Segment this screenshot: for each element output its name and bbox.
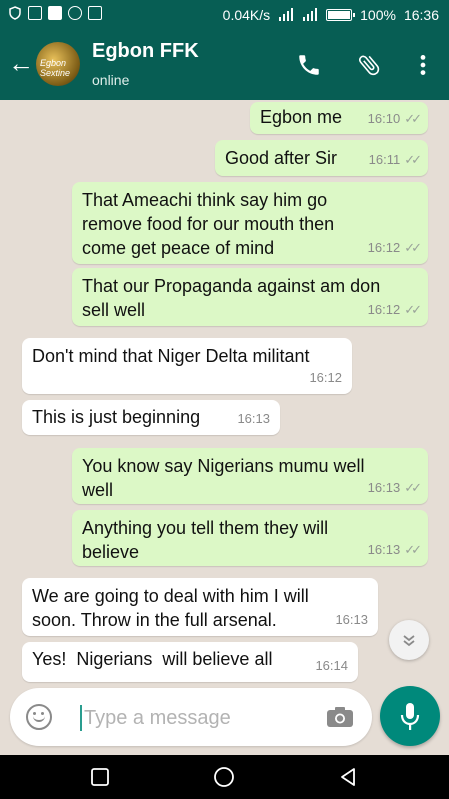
message-meta: 16:13 — [335, 608, 368, 632]
message-bubble[interactable]: That our Propaganda against am don sell … — [72, 268, 428, 326]
message-bubble[interactable]: Yes! Nigerians will believe all 16:14 — [22, 642, 358, 682]
attach-icon[interactable] — [356, 52, 382, 78]
message-bubble[interactable]: Egbon me 16:10 ✓✓ — [250, 102, 428, 134]
double-tick-icon: ✓✓ — [404, 542, 422, 557]
home-circle-icon[interactable] — [212, 765, 236, 789]
message-meta: 16:12 ✓✓ — [367, 236, 422, 260]
message-time: 16:13 — [237, 411, 270, 426]
input-bar: Type a message — [0, 685, 449, 755]
clock: 16:36 — [403, 7, 439, 23]
message-meta: 16:13 ✓✓ — [367, 538, 422, 562]
message-time: 16:10 — [367, 111, 401, 126]
emoji-icon[interactable] — [26, 704, 52, 730]
message-bubble[interactable]: Good after Sir 16:11 ✓✓ — [215, 140, 428, 176]
facebook-icon — [48, 6, 62, 20]
message-meta: 16:13 ✓✓ — [367, 476, 422, 500]
message-meta: 16:12 — [309, 366, 342, 390]
network-speed: 0.04K/s — [222, 7, 271, 23]
text-cursor — [80, 705, 82, 731]
shield-icon — [9, 6, 21, 20]
message-meta: 16:10 ✓✓ — [367, 107, 422, 131]
message-input[interactable]: Type a message — [84, 707, 231, 730]
message-line: That our Propaganda against am don — [82, 276, 381, 296]
message-meta: 16:11 ✓✓ — [368, 148, 422, 172]
signal-icon — [279, 8, 294, 21]
chevron-down-icon — [403, 635, 415, 647]
message-bubble[interactable]: You know say Nigerians mumu well well 16… — [72, 448, 428, 504]
phone-icon[interactable] — [296, 52, 322, 78]
system-nav-bar — [0, 755, 449, 799]
message-time: 16:11 — [368, 152, 401, 167]
message-line: You know say Nigerians mumu well — [82, 456, 365, 476]
message-line: That Ameachi think say him go — [82, 190, 328, 210]
message-line: Anything you tell them they will — [82, 518, 329, 538]
message-line: remove food for our mouth then — [82, 214, 335, 234]
true-badge-icon — [28, 6, 42, 20]
4g-signal-icon — [303, 8, 318, 21]
message-text: Yes! Nigerians will believe all — [32, 649, 273, 669]
recents-square-icon[interactable] — [88, 765, 112, 789]
mic-button[interactable] — [380, 686, 440, 746]
message-list[interactable]: Egbon me 16:10 ✓✓ Good after Sir 16:11 ✓✓ … — [0, 100, 449, 685]
more-vert-icon[interactable] — [410, 52, 436, 78]
message-time: 16:13 — [367, 480, 401, 495]
status-bar: 0.04K/s 100% 16:36 — [0, 0, 449, 30]
back-triangle-icon[interactable] — [336, 765, 360, 789]
avatar-text: Egbon Sextine — [40, 58, 71, 78]
message-meta: 16:14 — [315, 654, 348, 678]
message-time: 16:12 — [367, 240, 401, 255]
chat-header: ← Egbon Sextine Egbon FFK online — [0, 30, 449, 100]
mic-icon — [400, 703, 420, 730]
camera-icon[interactable] — [326, 706, 354, 728]
message-line: Don't mind that Niger Delta militant — [32, 346, 310, 366]
message-text: This is just beginning — [32, 407, 201, 427]
double-tick-icon: ✓✓ — [404, 302, 422, 317]
ball-icon — [68, 6, 82, 20]
message-text: Good after Sir — [225, 148, 338, 168]
message-time: 16:14 — [315, 658, 348, 673]
message-time: 16:13 — [335, 612, 368, 627]
scroll-down-button[interactable] — [389, 620, 429, 660]
double-tick-icon: ✓✓ — [404, 480, 422, 495]
message-time: 16:12 — [309, 370, 342, 385]
message-bubble[interactable]: This is just beginning 16:13 — [22, 400, 280, 435]
avatar[interactable]: Egbon Sextine — [36, 42, 80, 86]
status-icons-left — [8, 6, 102, 20]
message-line: soon. Throw in the full arsenal. — [32, 610, 277, 630]
back-arrow-icon[interactable]: ← — [8, 50, 34, 76]
message-line: We are going to deal with him I will — [32, 586, 309, 606]
message-input-container[interactable]: Type a message — [10, 688, 372, 746]
message-bubble[interactable]: Anything you tell them they will believe… — [72, 510, 428, 566]
message-time: 16:12 — [367, 302, 401, 317]
double-tick-icon: ✓✓ — [404, 240, 422, 255]
message-time: 16:13 — [367, 542, 401, 557]
double-tick-icon: ✓✓ — [404, 111, 422, 126]
double-tick-icon: ✓✓ — [404, 152, 422, 167]
message-bubble[interactable]: That Ameachi think say him go remove foo… — [72, 182, 428, 264]
battery-percent: 100% — [360, 7, 396, 23]
message-bubble[interactable]: Don't mind that Niger Delta militant 16:… — [22, 338, 352, 394]
battery-icon — [326, 9, 356, 21]
contact-name[interactable]: Egbon FFK — [92, 40, 199, 63]
status-icons-right: 0.04K/s 100% 16:36 — [223, 7, 439, 23]
contact-status: online — [92, 72, 130, 88]
message-meta: 16:13 — [237, 407, 270, 431]
screenshot-icon — [88, 6, 102, 20]
message-text: Egbon me — [260, 107, 343, 127]
message-meta: 16:12 ✓✓ — [367, 298, 422, 322]
message-bubble[interactable]: We are going to deal with him I will soo… — [22, 578, 378, 636]
